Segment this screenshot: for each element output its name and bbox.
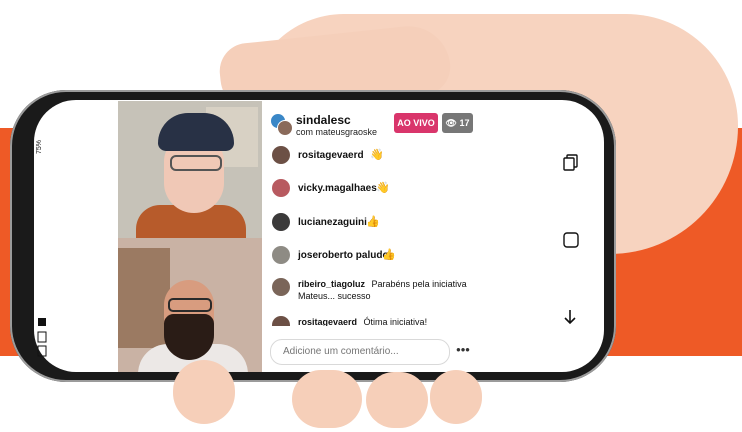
thumbs-up-emoji: 👍 (382, 249, 396, 261)
host-avatars[interactable] (270, 113, 293, 136)
finger (430, 370, 482, 424)
live-badge: AO VIVO (394, 113, 438, 133)
finger (366, 372, 428, 428)
eye-icon: 👁 (445, 118, 457, 128)
host-glasses (170, 155, 222, 171)
live-header: sindalesc com mateusgraoske AO VIVO 👁 17 (270, 113, 482, 137)
avatar (272, 179, 290, 197)
lock-icon (37, 318, 47, 357)
thumbs-up-emoji: 👍 (366, 216, 380, 228)
comment-username[interactable]: lucianezaguini (298, 217, 367, 228)
comment-username[interactable]: rositagevaerd (298, 317, 357, 326)
host-username[interactable]: sindalesc (296, 113, 351, 127)
live-video-area (118, 101, 262, 372)
viewer-count-badge[interactable]: 👁 17 (442, 113, 473, 133)
camera-feed-guest (118, 238, 262, 372)
bookshelf (118, 248, 170, 348)
avatar (272, 213, 290, 231)
avatar (272, 278, 290, 296)
wave-emoji: 👋 (376, 182, 390, 194)
home-icon[interactable] (563, 232, 583, 252)
back-arrow-icon[interactable] (563, 309, 583, 329)
viewer-count: 17 (459, 118, 470, 128)
host-cap (158, 113, 234, 151)
avatar (272, 246, 290, 264)
guest-glasses (168, 298, 212, 312)
status-icons-bottom (36, 318, 50, 362)
comment-body: rositagevaerd Ótima iniciativa! (298, 316, 478, 326)
wave-emoji: 👋 (370, 149, 384, 161)
comment-input-box[interactable] (270, 339, 450, 365)
comment-body: ribeiro_tiagoluz Parabéns pela iniciativ… (298, 278, 478, 302)
camera-feed-host (118, 101, 262, 245)
battery-level: 75% (36, 139, 43, 154)
comment-username[interactable]: vicky.magalhaes (298, 183, 377, 194)
avatar (277, 120, 293, 136)
recent-apps-icon[interactable] (563, 154, 583, 174)
avatar (272, 146, 290, 164)
avatar (272, 316, 290, 326)
finger (173, 360, 235, 424)
finger (292, 370, 362, 428)
comment-username[interactable]: joseroberto paludo (298, 250, 389, 261)
status-bar: 75% (36, 118, 50, 154)
guest-label: com mateusgraoske (296, 127, 378, 137)
comment-input[interactable] (281, 345, 443, 358)
comment-username[interactable]: rositagevaerd (298, 150, 364, 161)
comment-username[interactable]: ribeiro_tiagoluz (298, 279, 365, 289)
comment-text: Ótima iniciativa! (363, 317, 428, 326)
more-options-icon[interactable]: ••• (456, 342, 470, 357)
comment-list[interactable]: rositagevaerd 👋 vicky.magalhaes 👋 lucian… (270, 146, 480, 326)
